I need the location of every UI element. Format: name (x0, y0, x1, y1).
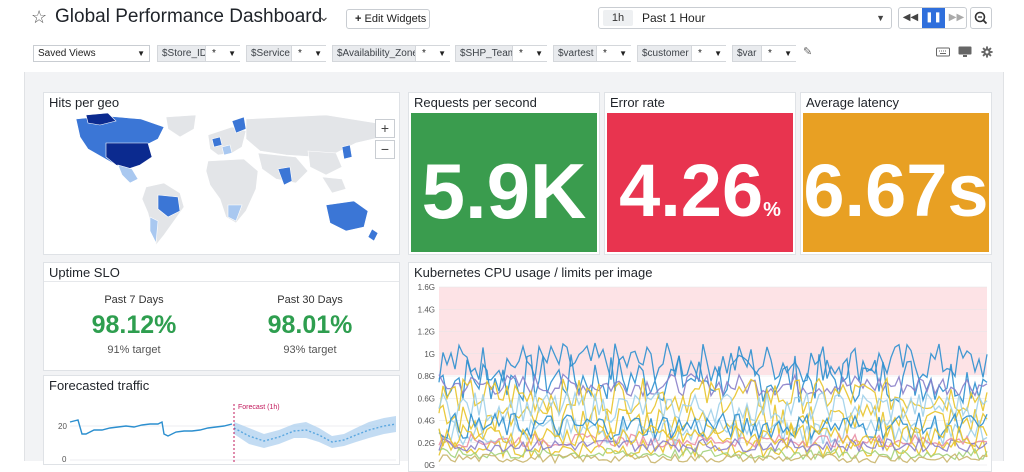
widget-error-rate[interactable]: Error rate 4.26% (604, 92, 796, 255)
variable-var[interactable]: $var * ▼ (732, 45, 796, 62)
query-value: 5.9K (421, 147, 587, 235)
slo-target: 91% target (107, 344, 161, 356)
favorite-star-icon[interactable]: ☆ (31, 7, 47, 27)
limit-region (439, 287, 987, 375)
query-value-tile: 5.9K (411, 113, 597, 252)
map-zoom-out-button[interactable]: − (375, 140, 395, 159)
series-line (438, 446, 988, 461)
variable-value[interactable]: * ▼ (415, 46, 450, 61)
variable-name: $SHP_Team (460, 48, 517, 59)
y-tick-label: 0.2G (418, 439, 435, 448)
rewind-icon[interactable]: ◀◀ (899, 8, 922, 28)
pencil-icon[interactable]: ✎ (803, 45, 812, 58)
forecast-band (234, 416, 396, 448)
variable-service[interactable]: $Service * ▼ (246, 45, 326, 62)
variable-value[interactable]: * ▼ (761, 46, 796, 61)
dashboard-header: ☆ Global Performance Dashboard ⌄ + Edit … (0, 0, 1024, 36)
y-tick-label: 1.6G (418, 283, 435, 292)
saved-views-dropdown[interactable]: Saved Views ▼ (33, 45, 150, 62)
y-tick-label: 1.2G (418, 328, 435, 337)
variable-shp-team[interactable]: $SHP_Team * ▼ (455, 45, 547, 62)
saved-views-label: Saved Views (38, 48, 96, 59)
variable-name: $Store_ID (162, 48, 208, 59)
widget-title: Average latency (806, 95, 899, 110)
query-value-tile: 4.26% (607, 113, 793, 252)
timeframe-selector[interactable]: 1h Past 1 Hour ▼ (598, 7, 892, 29)
y-tick-label: 0 (62, 455, 67, 464)
widget-forecasted-traffic[interactable]: Forecasted traffic 20 0 Forecast (1h) (43, 375, 400, 465)
widget-title: Uptime SLO (49, 265, 120, 280)
widget-uptime-slo[interactable]: Uptime SLO Past 7 Days 98.12% 91% target… (43, 262, 400, 371)
world-map[interactable] (46, 113, 398, 253)
variable-value[interactable]: * ▼ (512, 46, 547, 61)
fast-forward-icon[interactable]: ▶▶ (945, 8, 966, 28)
edit-widgets-button[interactable]: + Edit Widgets (346, 9, 430, 29)
pause-icon[interactable]: ❚❚ (922, 8, 945, 28)
variable-vartest[interactable]: $vartest * ▼ (553, 45, 631, 62)
playback-controls: ◀◀ ❚❚ ▶▶ (898, 7, 967, 29)
slo-period-label: Past 30 Days (277, 294, 343, 306)
gear-icon[interactable] (980, 46, 994, 58)
slo-period-label: Past 7 Days (104, 294, 164, 306)
variable-name: $var (737, 48, 757, 59)
edit-widgets-label: Edit Widgets (364, 13, 427, 25)
caret-down-icon: ▼ (137, 49, 145, 58)
divider (44, 281, 399, 282)
query-value-tile: 6.67s (803, 113, 989, 252)
dashboard-title[interactable]: Global Performance Dashboard (55, 6, 322, 28)
forecast-chart[interactable]: 20 0 Forecast (1h) (44, 394, 399, 464)
monitor-icon[interactable] (958, 46, 972, 58)
slo-period-7d: Past 7 Days 98.12% 91% target (54, 293, 214, 357)
traffic-line (69, 419, 233, 437)
zoom-out-button[interactable] (970, 7, 992, 29)
chevron-down-icon[interactable]: ⌄ (318, 8, 330, 25)
variable-value[interactable]: * ▼ (691, 46, 726, 61)
widget-hits-per-geo[interactable]: Hits per geo + − (43, 92, 400, 255)
timeframe-tag: 1h (603, 10, 633, 26)
y-tick-label: 0.4G (418, 417, 435, 426)
variable-customer[interactable]: $customer * ▼ (637, 45, 726, 62)
timeframe-label: Past 1 Hour (642, 11, 706, 25)
variable-value[interactable]: * ▼ (291, 46, 326, 61)
variable-name: $customer (642, 48, 689, 59)
widget-k8s-cpu-usage[interactable]: Kubernetes CPU usage / limits per image … (408, 262, 992, 472)
dashboard-canvas: Hits per geo + − Requests per second 5.9… (24, 72, 1004, 472)
y-tick-label: 0.6G (418, 394, 435, 403)
widget-title: Kubernetes CPU usage / limits per image (414, 265, 653, 280)
magnifier-icon (974, 11, 988, 25)
variable-name: $vartest (558, 48, 594, 59)
forecast-label: Forecast (1h) (238, 404, 280, 411)
y-tick-label: 20 (58, 422, 67, 431)
slo-value: 98.01% (267, 311, 353, 339)
query-value: 6.67s (803, 149, 989, 232)
y-tick-label: 1.4G (418, 305, 435, 314)
caret-down-icon: ▼ (876, 13, 885, 23)
keyboard-icon[interactable] (936, 46, 950, 58)
y-tick-label: 1G (424, 350, 435, 359)
map-zoom-in-button[interactable]: + (375, 119, 395, 138)
widget-requests-per-second[interactable]: Requests per second 5.9K (408, 92, 600, 255)
slo-target: 93% target (283, 344, 337, 356)
y-tick-label: 0G (424, 461, 435, 470)
variable-name: $Availability_Zone (337, 48, 418, 59)
plus-icon: + (355, 13, 362, 25)
widget-title: Requests per second (414, 95, 537, 110)
variable-store-id[interactable]: $Store_ID * ▼ (157, 45, 240, 62)
variable-value[interactable]: * ▼ (596, 46, 631, 61)
widget-average-latency[interactable]: Average latency 6.67s (800, 92, 992, 255)
widget-title: Hits per geo (49, 95, 120, 110)
cpu-timeseries-chart[interactable]: 1.6G 1.4G 1.2G 1G 0.8G 0.6G 0.4G 0.2G 0G (409, 281, 991, 471)
variable-value[interactable]: * ▼ (205, 46, 240, 61)
variable-availability-zone[interactable]: $Availability_Zone * ▼ (332, 45, 450, 62)
series-line (438, 453, 988, 465)
widget-title: Error rate (610, 95, 665, 110)
slo-value: 98.12% (91, 311, 177, 339)
slo-period-30d: Past 30 Days 98.01% 93% target (230, 293, 390, 357)
y-tick-label: 0.8G (418, 372, 435, 381)
widget-title: Forecasted traffic (49, 378, 150, 393)
query-value: 4.26% (619, 149, 781, 232)
variable-name: $Service (251, 48, 290, 59)
template-variables-bar: Saved Views ▼ $Store_ID * ▼ $Service * ▼ $… (0, 42, 1024, 64)
